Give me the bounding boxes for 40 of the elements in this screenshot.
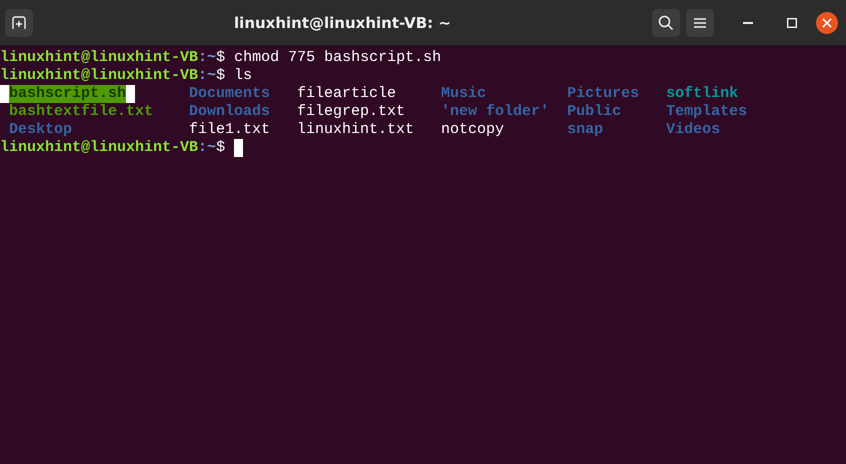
file-name: bashtextfile.txt — [9, 103, 154, 121]
search-icon — [658, 14, 674, 30]
file-name: notcopy — [441, 121, 504, 139]
file-name: Public — [567, 103, 622, 121]
file-name: bashscript.sh — [9, 85, 126, 103]
file-name: 'new folder' — [441, 103, 550, 121]
minimize-icon — [743, 22, 753, 24]
window-title: linuxhint@linuxhint-VB: ~ — [233, 14, 452, 32]
prompt-path: :~ — [198, 139, 216, 157]
file-name: Music — [441, 85, 486, 103]
file-name: file1.txt — [189, 121, 270, 139]
file-name: filegrep.txt — [297, 103, 406, 121]
prompt-symbol: $ — [216, 67, 226, 85]
file-name: Documents — [189, 85, 270, 103]
prompt-path: :~ — [198, 49, 216, 67]
search-button[interactable] — [652, 8, 680, 36]
file-name: filearticle — [297, 85, 396, 103]
file-name: Pictures — [567, 85, 640, 103]
new-tab-button[interactable] — [5, 8, 33, 36]
close-icon — [822, 18, 832, 28]
new-tab-icon — [12, 16, 26, 30]
file-name: Videos — [666, 121, 720, 139]
file-name: Downloads — [189, 103, 270, 121]
prompt-symbol: $ — [216, 139, 226, 157]
file-name: Templates — [666, 103, 748, 121]
prompt-user: linuxhint@linuxhint-VB — [0, 67, 198, 85]
menu-icon — [694, 18, 706, 28]
file-name: softlink — [666, 85, 738, 103]
file-name: Desktop — [9, 121, 72, 139]
close-button[interactable] — [816, 12, 838, 34]
prompt-user: linuxhint@linuxhint-VB — [0, 49, 198, 67]
menu-button[interactable] — [686, 8, 714, 36]
command-text: ls — [234, 67, 252, 85]
prompt-symbol: $ — [216, 49, 226, 67]
prompt-user: linuxhint@linuxhint-VB — [0, 139, 198, 157]
command-text: chmod 775 bashscript.sh — [234, 49, 442, 67]
maximize-icon — [787, 18, 797, 28]
prompt-path: :~ — [198, 67, 216, 85]
file-name: snap — [567, 121, 604, 139]
file-name: linuxhint.txt — [297, 121, 414, 139]
